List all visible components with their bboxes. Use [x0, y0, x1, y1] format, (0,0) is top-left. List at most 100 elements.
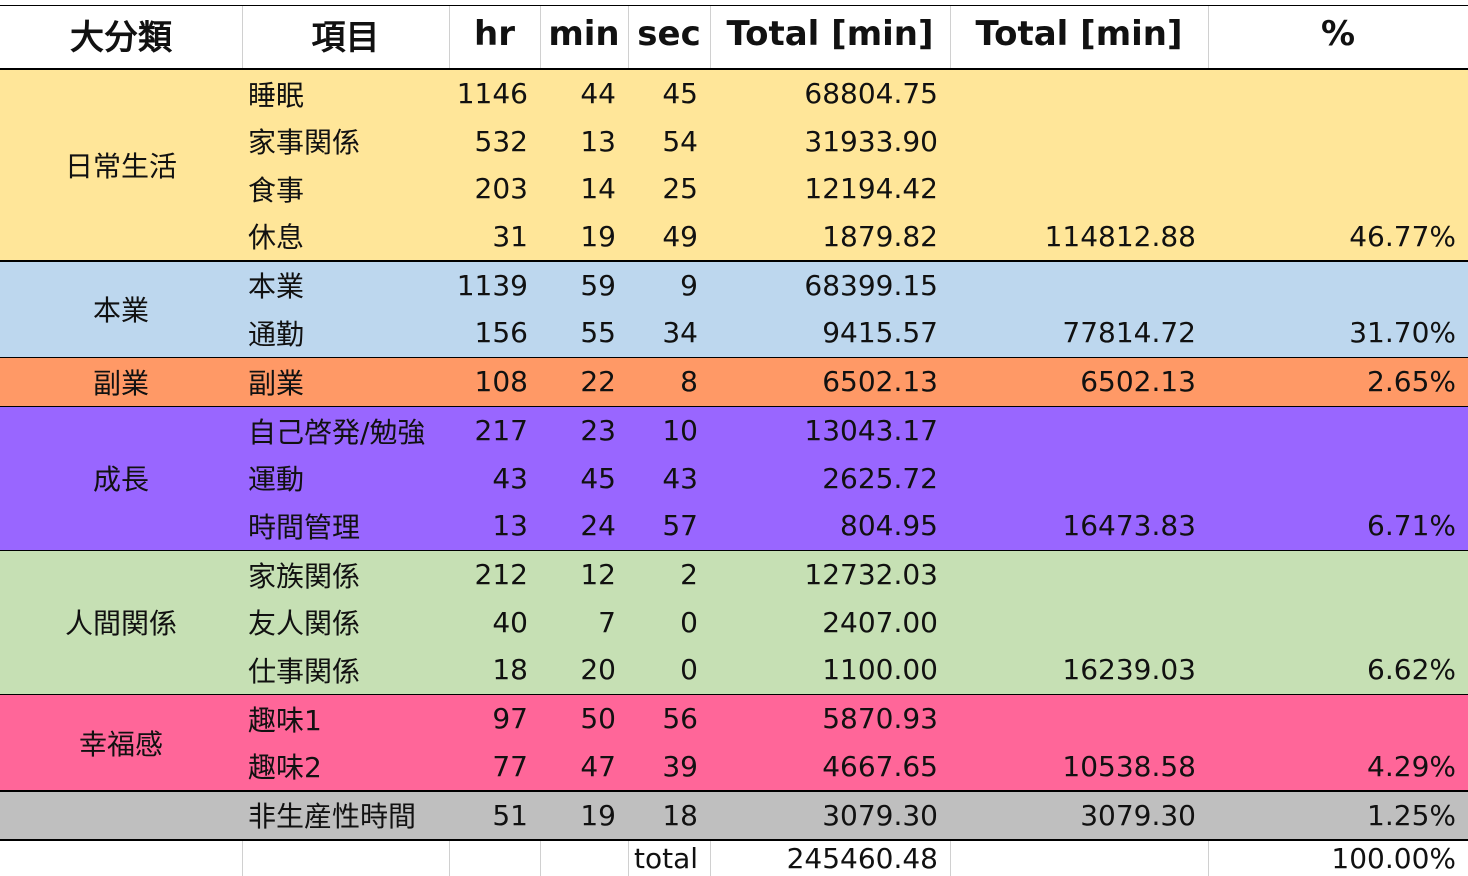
- table-cell-total[interactable]: 1100.00: [710, 646, 950, 694]
- table-cell-min[interactable]: 44: [540, 70, 628, 118]
- table-cell-percent[interactable]: 31.70%: [1208, 309, 1468, 357]
- table-cell-hr[interactable]: 212: [449, 551, 540, 599]
- column-header[interactable]: 項目: [242, 0, 449, 68]
- table-cell-total[interactable]: 2407.00: [710, 599, 950, 647]
- column-header[interactable]: hr: [449, 0, 540, 68]
- table-cell-sec[interactable]: 0: [628, 646, 710, 694]
- table-cell-total[interactable]: 5870.93: [710, 695, 950, 743]
- table-cell-hr[interactable]: 1139: [449, 262, 540, 310]
- table-cell-hr[interactable]: 1146: [449, 70, 540, 118]
- table-cell-hr[interactable]: 51: [449, 792, 540, 840]
- category-cell[interactable]: 幸福感: [0, 695, 242, 790]
- table-cell-total[interactable]: 804.95: [710, 502, 950, 550]
- table-cell-min[interactable]: 24: [540, 502, 628, 550]
- table-cell-total[interactable]: 13043.17: [710, 407, 950, 455]
- table-cell-hr[interactable]: 156: [449, 309, 540, 357]
- table-cell-sec[interactable]: 34: [628, 309, 710, 357]
- table-cell-sec[interactable]: 18: [628, 792, 710, 840]
- table-cell-sec[interactable]: 10: [628, 407, 710, 455]
- category-cell[interactable]: [0, 792, 242, 840]
- table-cell-percent[interactable]: 4.29%: [1208, 743, 1468, 791]
- table-cell-min[interactable]: 47: [540, 743, 628, 791]
- table-cell-name[interactable]: 時間管理: [242, 502, 449, 550]
- category-cell[interactable]: 日常生活: [0, 70, 242, 260]
- table-cell-subtotal[interactable]: 16239.03: [950, 646, 1208, 694]
- grand-total[interactable]: 245460.48: [710, 841, 950, 876]
- table-cell-total[interactable]: 31933.90: [710, 118, 950, 166]
- table-cell-sec[interactable]: 49: [628, 213, 710, 261]
- table-cell-min[interactable]: 50: [540, 695, 628, 743]
- table-cell-sec[interactable]: 54: [628, 118, 710, 166]
- table-cell-name[interactable]: 睡眠: [242, 70, 449, 118]
- column-header[interactable]: %: [1208, 0, 1468, 68]
- table-cell-hr[interactable]: 31: [449, 213, 540, 261]
- table-cell-min[interactable]: 12: [540, 551, 628, 599]
- table-cell-name[interactable]: 家族関係: [242, 551, 449, 599]
- table-cell-subtotal[interactable]: 114812.88: [950, 213, 1208, 261]
- table-cell-hr[interactable]: 18: [449, 646, 540, 694]
- table-cell-hr[interactable]: 13: [449, 502, 540, 550]
- table-cell-total[interactable]: 68399.15: [710, 262, 950, 310]
- table-cell-percent[interactable]: 46.77%: [1208, 213, 1468, 261]
- table-cell-name[interactable]: 本業: [242, 262, 449, 310]
- table-cell-subtotal[interactable]: 10538.58: [950, 743, 1208, 791]
- table-cell-sec[interactable]: 57: [628, 502, 710, 550]
- table-cell-sec[interactable]: 25: [628, 165, 710, 213]
- column-header[interactable]: sec: [628, 0, 710, 68]
- table-cell-hr[interactable]: 108: [449, 358, 540, 406]
- table-cell-sec[interactable]: 9: [628, 262, 710, 310]
- table-cell-name[interactable]: 副業: [242, 358, 449, 406]
- table-cell-total[interactable]: 12194.42: [710, 165, 950, 213]
- table-cell-min[interactable]: 23: [540, 407, 628, 455]
- table-cell-total[interactable]: 9415.57: [710, 309, 950, 357]
- table-cell-name[interactable]: 趣味1: [242, 695, 449, 743]
- table-cell-min[interactable]: 22: [540, 358, 628, 406]
- column-header[interactable]: min: [540, 0, 628, 68]
- table-cell-min[interactable]: 14: [540, 165, 628, 213]
- table-cell-total[interactable]: 4667.65: [710, 743, 950, 791]
- table-cell-name[interactable]: 休息: [242, 213, 449, 261]
- table-cell-total[interactable]: 2625.72: [710, 455, 950, 503]
- table-cell-hr[interactable]: 43: [449, 455, 540, 503]
- table-cell-percent[interactable]: 6.62%: [1208, 646, 1468, 694]
- table-cell-hr[interactable]: 40: [449, 599, 540, 647]
- table-cell-name[interactable]: 自己啓発/勉強: [242, 407, 449, 455]
- table-cell-hr[interactable]: 532: [449, 118, 540, 166]
- table-cell-name[interactable]: 運動: [242, 455, 449, 503]
- grand-percent[interactable]: 100.00%: [1208, 841, 1468, 876]
- table-cell-total[interactable]: 68804.75: [710, 70, 950, 118]
- column-header[interactable]: Total [min]: [710, 0, 950, 68]
- table-cell-percent[interactable]: 2.65%: [1208, 358, 1468, 406]
- category-cell[interactable]: 人間関係: [0, 551, 242, 694]
- table-cell-name[interactable]: 友人関係: [242, 599, 449, 647]
- footer-label[interactable]: total: [628, 841, 710, 876]
- table-cell-subtotal[interactable]: 6502.13: [950, 358, 1208, 406]
- table-cell-total[interactable]: 12732.03: [710, 551, 950, 599]
- table-cell-sec[interactable]: 56: [628, 695, 710, 743]
- column-header[interactable]: 大分類: [0, 0, 242, 68]
- category-cell[interactable]: 副業: [0, 358, 242, 406]
- table-cell-min[interactable]: 20: [540, 646, 628, 694]
- table-cell-percent[interactable]: 6.71%: [1208, 502, 1468, 550]
- table-cell-name[interactable]: 食事: [242, 165, 449, 213]
- table-cell-name[interactable]: 通勤: [242, 309, 449, 357]
- table-cell-subtotal[interactable]: 3079.30: [950, 792, 1208, 840]
- table-cell-sec[interactable]: 43: [628, 455, 710, 503]
- table-cell-sec[interactable]: 8: [628, 358, 710, 406]
- table-cell-total[interactable]: 6502.13: [710, 358, 950, 406]
- table-cell-min[interactable]: 7: [540, 599, 628, 647]
- table-cell-sec[interactable]: 39: [628, 743, 710, 791]
- table-cell-sec[interactable]: 0: [628, 599, 710, 647]
- table-cell-sec[interactable]: 2: [628, 551, 710, 599]
- table-cell-name[interactable]: 仕事関係: [242, 646, 449, 694]
- table-cell-min[interactable]: 45: [540, 455, 628, 503]
- table-cell-hr[interactable]: 217: [449, 407, 540, 455]
- table-cell-name[interactable]: 家事関係: [242, 118, 449, 166]
- table-cell-total[interactable]: 3079.30: [710, 792, 950, 840]
- column-header[interactable]: Total [min]: [950, 0, 1208, 68]
- table-cell-min[interactable]: 55: [540, 309, 628, 357]
- table-cell-hr[interactable]: 97: [449, 695, 540, 743]
- table-cell-name[interactable]: 趣味2: [242, 743, 449, 791]
- table-cell-min[interactable]: 19: [540, 213, 628, 261]
- category-cell[interactable]: 本業: [0, 262, 242, 357]
